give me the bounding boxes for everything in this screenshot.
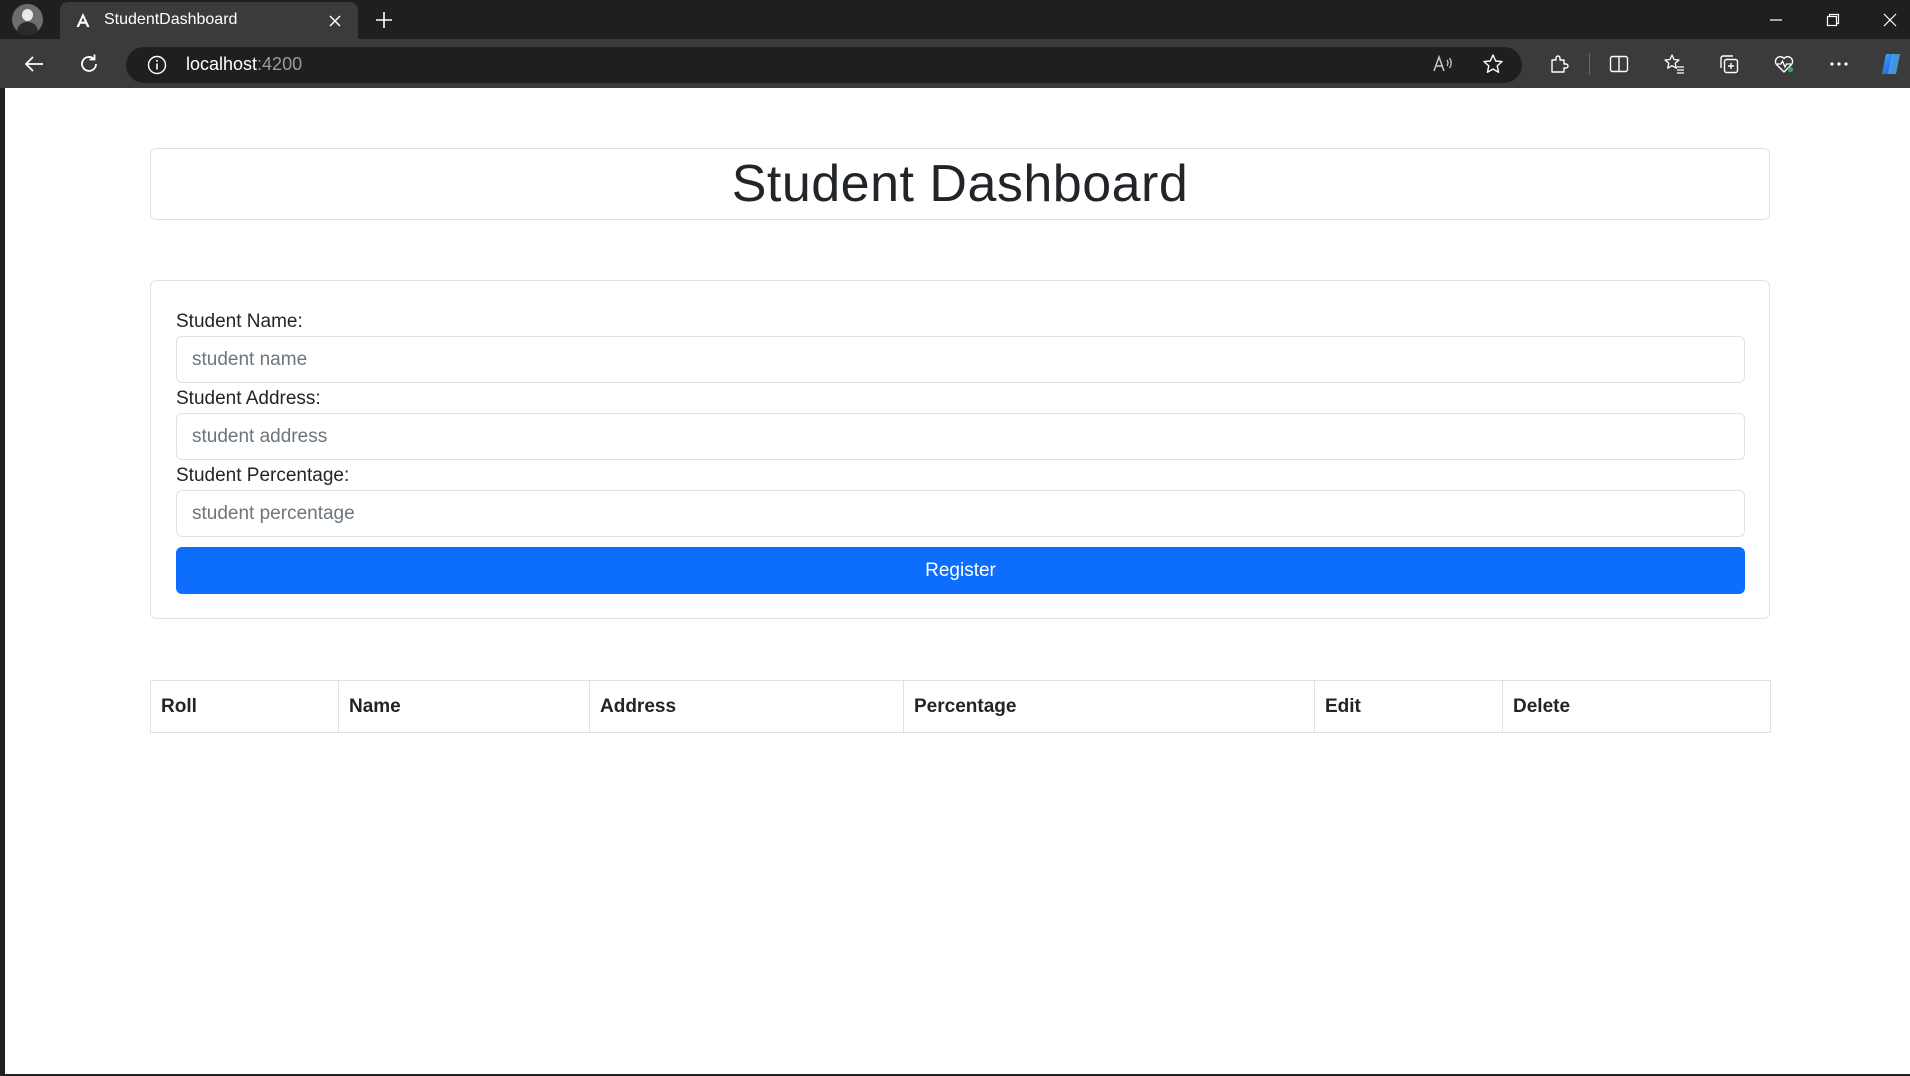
column-header-address: Address [589, 680, 904, 733]
minimize-icon[interactable] [1764, 8, 1788, 32]
extensions-icon[interactable] [1544, 49, 1574, 79]
avatar-head [22, 9, 33, 21]
column-header-name: Name [338, 680, 590, 733]
student-address-input[interactable] [176, 413, 1745, 460]
split-screen-icon[interactable] [1604, 49, 1634, 79]
favorites-icon[interactable] [1659, 49, 1689, 79]
column-header-roll: Roll [150, 680, 339, 733]
tab-strip: StudentDashboard [0, 0, 1910, 39]
profile-avatar[interactable] [12, 4, 43, 35]
window-close-icon[interactable] [1878, 8, 1902, 32]
restore-icon[interactable] [1821, 8, 1845, 32]
browser-essentials-icon[interactable] [1769, 49, 1799, 79]
student-percentage-label: Student Percentage: [176, 465, 350, 486]
favorite-star-icon[interactable] [1478, 49, 1508, 79]
column-header-percentage: Percentage [903, 680, 1315, 733]
page-viewport: Student Dashboard Student Name: Student … [5, 88, 1910, 1074]
register-button[interactable]: Register [176, 547, 1745, 594]
address-bar[interactable] [126, 47, 1522, 83]
students-table: Roll Name Address Percentage Edit Delete [150, 680, 1771, 733]
angular-icon [75, 12, 91, 28]
student-address-label: Student Address: [176, 388, 321, 409]
student-name-input[interactable] [176, 336, 1745, 383]
info-icon[interactable] [142, 50, 172, 80]
copilot-icon[interactable] [1876, 49, 1906, 79]
students-table-wrapper: Roll Name Address Percentage Edit Delete [150, 680, 1771, 733]
back-arrow-icon[interactable] [19, 49, 49, 79]
student-percentage-input[interactable] [176, 490, 1745, 537]
avatar-body [17, 22, 38, 35]
read-aloud-icon[interactable] [1428, 49, 1458, 79]
new-tab-icon[interactable] [372, 8, 396, 32]
url-port: :4200 [257, 54, 303, 74]
toolbar-separator [1589, 53, 1590, 75]
student-name-label: Student Name: [176, 311, 303, 332]
column-header-delete: Delete [1502, 680, 1771, 733]
more-icon[interactable] [1824, 49, 1854, 79]
url-text[interactable]: localhost:4200 [186, 54, 302, 75]
tab-close-icon[interactable] [326, 12, 344, 30]
column-header-edit: Edit [1314, 680, 1503, 733]
page-title: Student Dashboard [731, 155, 1189, 213]
table-header-row: Roll Name Address Percentage Edit Delete [150, 680, 1771, 733]
tab-title: StudentDashboard [104, 11, 238, 28]
header-card: Student Dashboard [150, 148, 1770, 220]
refresh-icon[interactable] [74, 49, 104, 79]
student-form-card: Student Name: Student Address: Student P… [150, 280, 1770, 619]
url-host: localhost [186, 54, 258, 74]
collections-icon[interactable] [1714, 49, 1744, 79]
browser-tab-active[interactable]: StudentDashboard [60, 2, 358, 39]
